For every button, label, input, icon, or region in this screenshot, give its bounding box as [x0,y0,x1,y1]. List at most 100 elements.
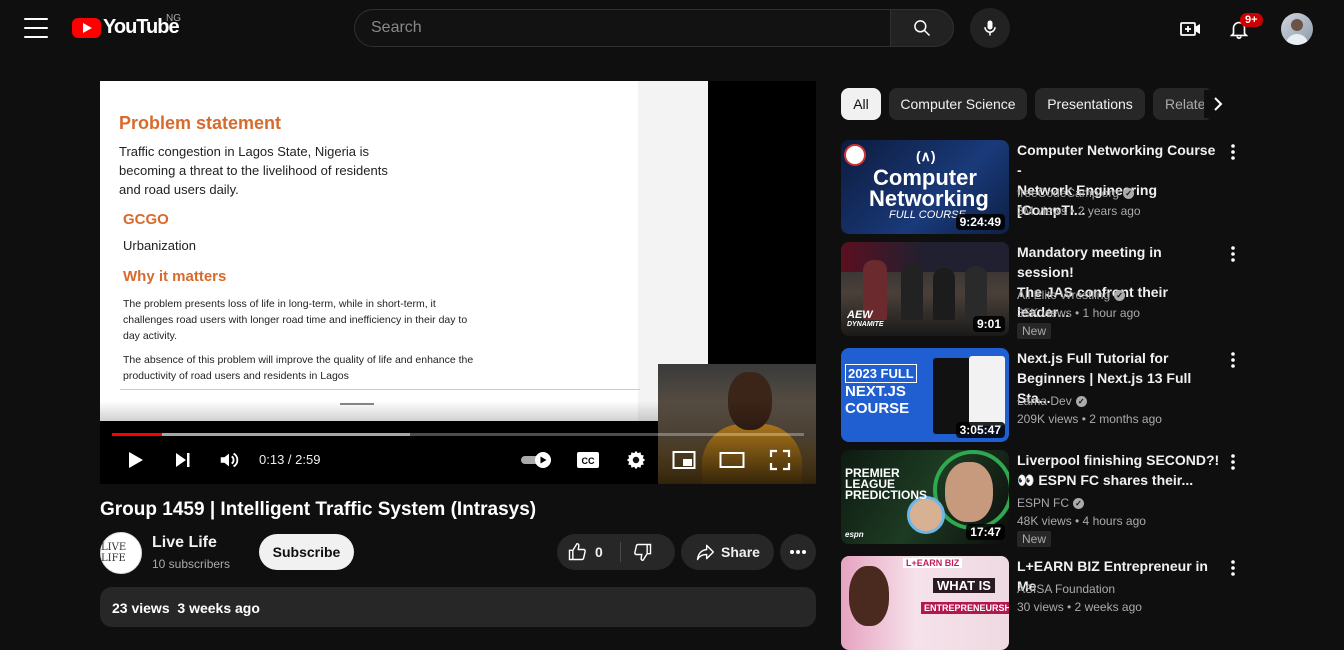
slide-heading: Problem statement [119,113,282,133]
volume-icon [220,452,239,468]
autoplay-toggle-icon [521,452,551,468]
channel-name[interactable]: All Elite Wrestling ✓ [1017,288,1126,302]
verified-check-icon: ✓ [1075,395,1087,407]
share-icon [696,544,715,561]
video-meta: 48K views • 4 hours ago [1017,514,1146,528]
share-label: Share [721,544,760,560]
theater-mode-button[interactable] [718,448,746,472]
verified-check-icon: ✓ [1073,497,1085,509]
video-plus-icon [1180,22,1200,36]
video-meta: 35K views • 1 hour ago [1017,306,1140,320]
thumbnail-text: WHAT IS [933,578,995,593]
screen-mockup [969,356,1005,426]
chevron-right-icon [1214,97,1223,111]
video-duration: 9:24:49 [955,214,1005,230]
code-bracket-icon: (∧) [916,148,936,164]
action-menu-button[interactable] [1225,558,1241,578]
video-meta: 30 views • 2 weeks ago [1017,600,1142,614]
thumbnail-text: 2023 FULL NEXT.JS COURSE [845,364,917,417]
video-duration: 17:47 [966,524,1005,540]
youtube-logo[interactable]: YouTube [72,16,180,39]
channel-name[interactable]: Lama Dev ✓ [1017,394,1087,408]
video-duration: 3:05:47 [955,422,1005,438]
thumbnail-text: Computer Networking [869,165,989,211]
search-box [354,9,891,47]
chip-all[interactable]: All [841,88,881,120]
voice-search-button[interactable] [970,8,1010,48]
video-thumbnail[interactable]: 2023 FULL NEXT.JS COURSE 3:05:47 [841,348,1009,442]
action-menu-button[interactable] [1225,142,1241,162]
create-button[interactable] [1178,16,1204,42]
thumbnail-text: PREMIER LEAGUE PREDICTIONS [845,466,928,502]
wrestler-figure [965,266,987,320]
thumbs-down-icon [634,543,652,562]
volume-button[interactable] [216,448,242,472]
video-title: Group 1459 | Intelligent Traffic System … [100,499,537,520]
video-meta: 209K views • 2 months ago [1017,412,1162,426]
more-vertical-icon [1231,454,1235,470]
action-menu-button[interactable] [1225,452,1241,472]
play-button[interactable] [122,448,148,472]
captions-button[interactable]: CC [574,449,602,471]
new-badge: New [1017,531,1052,547]
play-icon [129,452,143,468]
more-horizontal-icon [790,550,806,554]
like-divider [620,542,621,562]
video-player[interactable]: Problem statement Traffic congestion in … [100,81,816,484]
slide-heading: GCGO [123,211,169,228]
autoplay-toggle[interactable] [518,449,556,471]
view-info: 23 views 3 weeks ago [112,600,260,616]
recommended-video[interactable]: AEW DYNAMITE 9:01 Mandatory meeting in se… [841,242,1321,339]
recommended-video[interactable]: 2023 FULL NEXT.JS COURSE 3:05:47 Next.js… [841,348,1321,442]
chip-computer-science[interactable]: Computer Science [889,88,1027,120]
freecodecamp-logo-icon [844,144,866,166]
channel-name[interactable]: freeCodeCamp.org ✓ [1017,186,1135,200]
video-thumbnail[interactable]: PREMIER LEAGUE PREDICTIONS espn 17:47 [841,450,1009,544]
next-button[interactable] [170,448,196,472]
action-menu-button[interactable] [1225,244,1241,264]
action-menu-button[interactable] [1225,350,1241,370]
settings-button[interactable] [622,448,650,472]
video-thumbnail[interactable]: (∧) Computer Networking FULL COURSE 9:24:… [841,140,1009,234]
recommended-video[interactable]: (∧) Computer Networking FULL COURSE 9:24:… [841,140,1321,234]
fullscreen-button[interactable] [766,448,794,472]
recommended-video[interactable]: PREMIER LEAGUE PREDICTIONS espn 17:47 Live… [841,450,1321,547]
search-input[interactable] [355,10,887,46]
dislike-button[interactable] [633,542,653,567]
skip-next-icon [176,453,190,467]
svg-text:CC: CC [582,456,595,466]
thumbnail-caption: FULL COURSE [889,209,966,221]
slide-heading: Why it matters [123,268,227,285]
description-box[interactable]: 23 views 3 weeks ago [100,587,816,627]
slide-paragraph: Traffic congestion in Lagos State, Niger… [119,144,388,197]
more-vertical-icon [1231,246,1235,262]
channel-name[interactable]: ASISA Foundation [1017,582,1115,596]
account-avatar[interactable] [1281,13,1313,45]
youtube-play-logo-icon [72,17,101,38]
slide-paragraph: The absence of this problem will improve… [123,354,474,382]
slide-paragraph: The problem presents loss of life in lon… [123,298,468,342]
chips-next-button[interactable] [1204,90,1232,118]
more-vertical-icon [1231,352,1235,368]
search-button[interactable] [890,9,954,47]
aew-logo: AEW DYNAMITE [847,309,884,329]
like-button[interactable]: 0 [567,542,603,562]
miniplayer-button[interactable] [670,448,698,472]
more-actions-button[interactable] [780,534,816,570]
closed-captions-icon: CC [577,452,599,468]
theater-mode-icon [719,452,745,468]
chip-presentations[interactable]: Presentations [1035,88,1145,120]
channel-name[interactable]: ESPN FC ✓ [1017,496,1085,510]
subscribe-button[interactable]: Subscribe [259,534,354,570]
wrestler-figure [901,264,923,320]
video-thumbnail[interactable]: AEW DYNAMITE 9:01 [841,242,1009,336]
video-thumbnail[interactable]: L+EARN BIZ WHAT IS ENTREPRENEURSHIP? [841,556,1009,650]
share-button[interactable]: Share [681,534,774,570]
video-meta: 3M views • 2 years ago [1017,204,1141,218]
channel-avatar[interactable]: LIVE LIFE [100,532,142,574]
menu-icon[interactable] [24,18,48,38]
like-dislike-group: 0 [557,534,675,570]
recommended-video[interactable]: L+EARN BIZ WHAT IS ENTREPRENEURSHIP? L+E… [841,556,1321,650]
channel-name[interactable]: Live Life [152,534,217,552]
subscriber-count: 10 subscribers [152,557,231,571]
